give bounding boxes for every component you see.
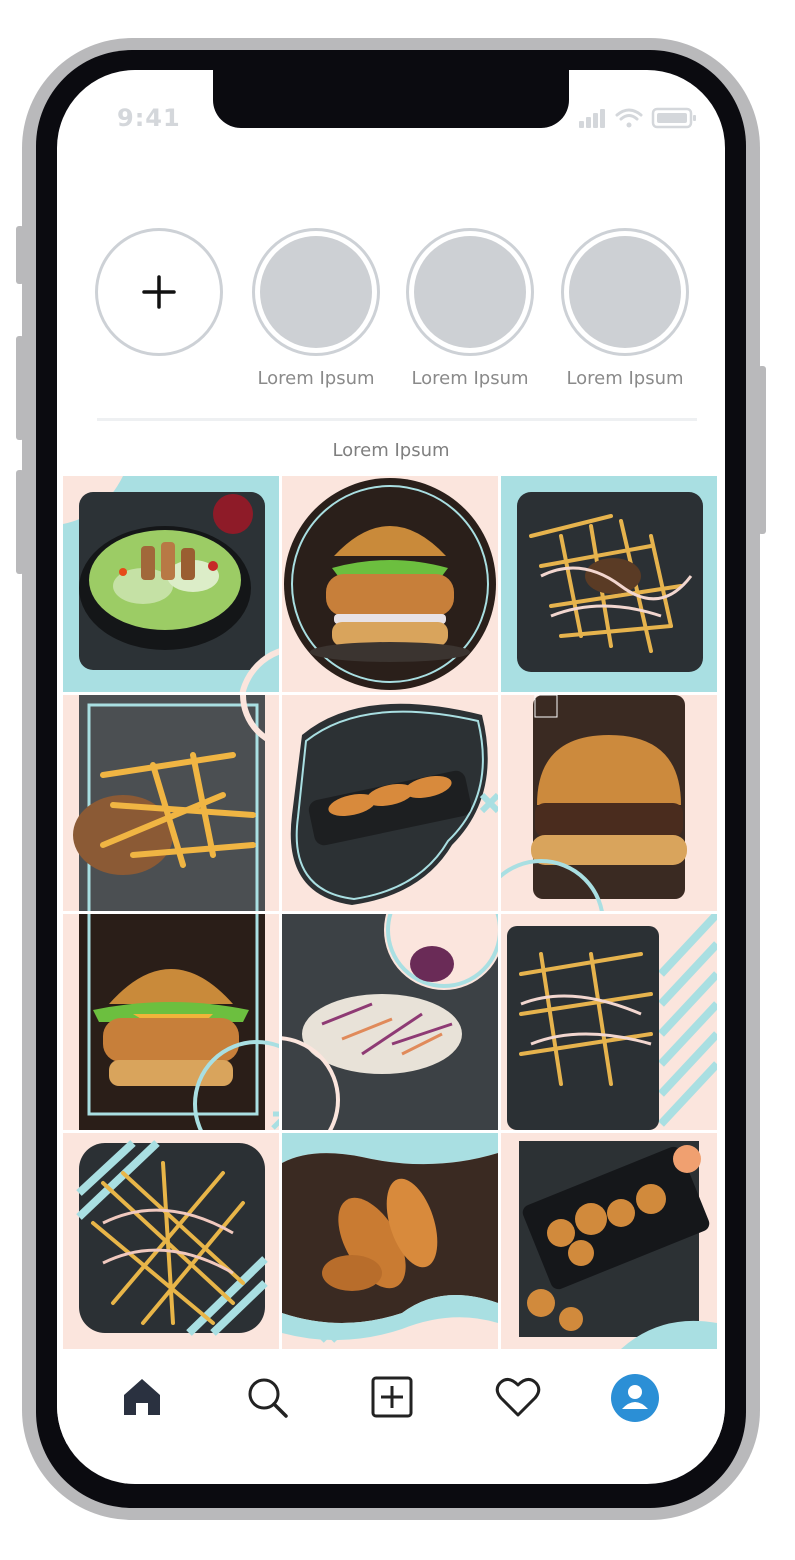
coleslaw-image: [282, 914, 498, 1130]
nav-add-post[interactable]: [367, 1372, 417, 1422]
cheeseburger-image: [63, 914, 279, 1130]
wifi-icon: [615, 108, 643, 128]
nav-search[interactable]: [242, 1372, 292, 1422]
seasoned-fries-image: [63, 695, 279, 911]
post-tile-pulled-beef-burger[interactable]: [501, 695, 717, 911]
add-post-icon: [371, 1376, 413, 1418]
divider: [97, 418, 697, 421]
beef-burger-image: [501, 695, 717, 911]
tenders-image: [282, 1133, 498, 1349]
story-label: Lorem Ipsum: [257, 368, 375, 389]
volume-up-button: [16, 336, 24, 440]
volume-down-button: [16, 470, 24, 574]
story-item[interactable]: Lorem Ipsum: [555, 228, 695, 389]
grid-title: Lorem Ipsum: [332, 440, 450, 461]
post-grid: [63, 476, 717, 1349]
post-tile-sauced-fries[interactable]: [63, 1133, 279, 1349]
profile-icon: [611, 1374, 659, 1422]
battery-icon: [651, 107, 696, 129]
burger-image: [282, 476, 498, 692]
story-ring[interactable]: [95, 228, 223, 356]
post-tile-chicken-tenders[interactable]: [282, 1133, 498, 1349]
fries-square-image: [501, 914, 717, 1130]
plus-icon: [98, 231, 220, 353]
story-ring[interactable]: [252, 228, 380, 356]
status-time: 9:41: [117, 104, 181, 132]
nav-profile[interactable]: [609, 1372, 661, 1424]
post-tile-fried-chicken-burger[interactable]: [282, 476, 498, 692]
phone-screen: 9:41 Lorem Ipsum Lorem Ipsum Lorem Ipsum…: [57, 70, 725, 1484]
home-icon: [124, 1379, 160, 1415]
notch: [213, 70, 569, 128]
story-label: Lorem Ipsum: [411, 368, 529, 389]
bites-image: [501, 1133, 717, 1349]
post-tile-chicken-salad[interactable]: [63, 476, 279, 692]
post-tile-loaded-fries[interactable]: [501, 476, 717, 692]
search-icon: [248, 1378, 288, 1418]
nav-activity[interactable]: [493, 1372, 543, 1422]
nav-home[interactable]: [117, 1372, 167, 1422]
stories-row: Lorem Ipsum Lorem Ipsum Lorem Ipsum: [57, 228, 725, 408]
post-tile-fried-chicken-board[interactable]: [282, 695, 498, 911]
story-item[interactable]: Lorem Ipsum: [400, 228, 540, 389]
bottom-nav: [57, 1352, 725, 1444]
chicken-board-image: [282, 695, 498, 911]
signal-icon: [579, 109, 605, 128]
mute-switch: [16, 226, 24, 284]
post-tile-loaded-fries-square[interactable]: [501, 914, 717, 1130]
sauced-fries-image: [63, 1133, 279, 1349]
power-button: [758, 366, 766, 534]
salad-image: [63, 476, 279, 692]
story-label: Lorem Ipsum: [566, 368, 684, 389]
post-tile-chicken-cheeseburger[interactable]: [63, 914, 279, 1130]
status-icons: [579, 106, 699, 130]
loaded-fries-image: [501, 476, 717, 692]
add-story[interactable]: [89, 228, 229, 356]
post-tile-chicken-bites[interactable]: [501, 1133, 717, 1349]
story-ring[interactable]: [406, 228, 534, 356]
post-tile-seasoned-fries[interactable]: [63, 695, 279, 911]
story-ring[interactable]: [561, 228, 689, 356]
post-tile-coleslaw[interactable]: [282, 914, 498, 1130]
story-avatar: [414, 236, 526, 348]
story-avatar: [260, 236, 372, 348]
story-avatar: [569, 236, 681, 348]
story-item[interactable]: Lorem Ipsum: [246, 228, 386, 389]
heart-icon: [495, 1378, 541, 1417]
